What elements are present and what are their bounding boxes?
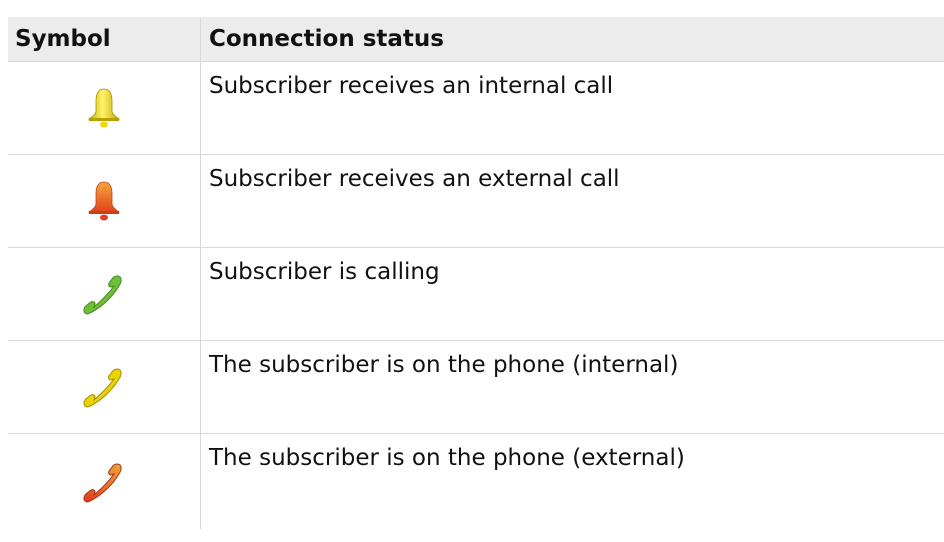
- table-row: Subscriber receives an external call: [8, 155, 944, 248]
- bell-orange-icon: [79, 176, 129, 226]
- table-row: Subscriber is calling: [8, 248, 944, 341]
- status-text: Subscriber is calling: [209, 259, 440, 285]
- handset-orange-icon: [79, 457, 129, 507]
- handset-yellow-icon: [79, 362, 129, 412]
- status-text: The subscriber is on the phone (external…: [209, 445, 685, 471]
- table-row: The subscriber is on the phone (internal…: [8, 341, 944, 434]
- handset-green-icon: [79, 269, 129, 319]
- header-connection-status: Connection status: [209, 26, 444, 52]
- header-symbol: Symbol: [8, 17, 201, 61]
- status-text: Subscriber receives an internal call: [209, 73, 614, 99]
- table-row: The subscriber is on the phone (external…: [8, 434, 944, 529]
- connection-status-table: Symbol Connection status Subscriber rece…: [8, 17, 944, 529]
- table-header-row: Symbol Connection status: [8, 17, 944, 62]
- status-text: The subscriber is on the phone (internal…: [209, 352, 679, 378]
- bell-yellow-icon: [79, 83, 129, 133]
- status-text: Subscriber receives an external call: [209, 166, 620, 192]
- table-row: Subscriber receives an internal call: [8, 62, 944, 155]
